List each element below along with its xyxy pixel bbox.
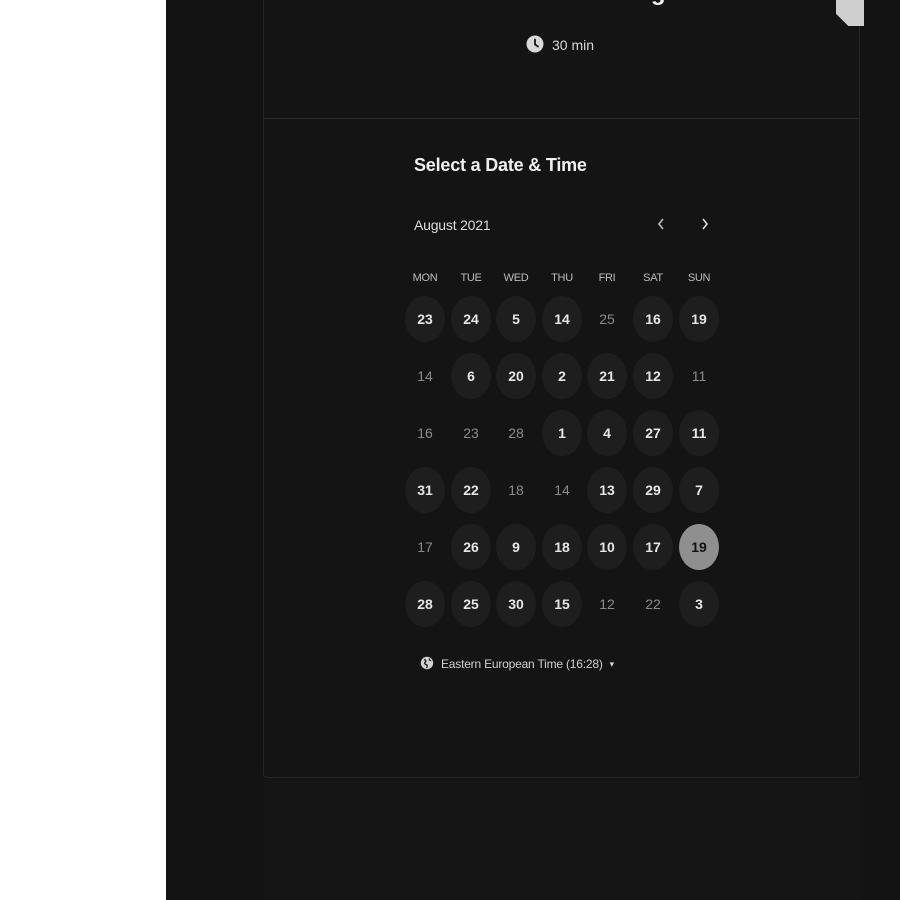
event-title: 30 Minute Meeting [263,0,860,8]
calendar-day[interactable]: 18 [542,524,582,570]
calendar-day[interactable]: 4 [587,410,627,456]
weekday-mon: MON [412,272,438,284]
calendar-day[interactable]: 17 [633,524,673,570]
calendar-day[interactable]: 2 [542,353,582,399]
calendar-day: 11 [691,368,707,384]
timezone-label: Eastern European Time (16:28) [441,657,603,671]
calendar-day[interactable]: 5 [496,296,536,342]
card-shadow-strip [264,779,860,900]
calendar-day[interactable]: 23 [405,296,445,342]
month-label: August 2021 [414,217,491,233]
next-month-button[interactable] [691,212,719,240]
calendar-day[interactable]: 15 [542,581,582,627]
calendar-day[interactable]: 31 [405,467,445,513]
previous-month-button[interactable] [647,212,675,240]
calendar-day[interactable]: 25 [451,581,491,627]
section-title: Select a Date & Time [414,155,587,175]
weekday-tue: TUE [460,272,482,284]
timezone-selector[interactable]: Eastern European Time (16:28) ▾ [420,654,614,674]
caret-down-icon: ▾ [609,658,615,669]
header-divider [264,118,859,119]
calendar-day[interactable]: 9 [496,524,536,570]
calendar-day: 14 [417,368,433,384]
calendar-day: 25 [599,311,615,327]
calendar-day: 22 [645,596,661,612]
calendar-day[interactable]: 30 [496,581,536,627]
calendar-day[interactable]: 12 [633,353,673,399]
calendar-day[interactable]: 16 [633,296,673,342]
calendar-day[interactable]: 13 [587,467,627,513]
calendar-day[interactable]: 11 [679,410,719,456]
weekday-thu: THU [551,272,573,284]
calendar-day: 28 [508,425,524,441]
calendar-day: 16 [417,425,433,441]
event-duration: 30 min [526,34,594,56]
calendar-day: 14 [554,482,570,498]
chevron-right-icon [700,217,710,236]
calendar-day[interactable]: 20 [496,353,536,399]
calendar-day: 18 [508,482,524,498]
calendar-day: 12 [599,596,615,612]
calendar-day-selected[interactable]: 19 [679,524,719,570]
weekday-wed: WED [503,272,529,284]
calendar-day[interactable]: 10 [587,524,627,570]
calendar-day[interactable]: 6 [451,353,491,399]
calendar-day[interactable]: 26 [451,524,491,570]
duration-label: 30 min [552,37,595,53]
clock-icon [526,35,544,56]
calendar-day[interactable]: 22 [451,467,491,513]
calendar-day[interactable]: 1 [542,410,582,456]
calendar-day[interactable]: 7 [679,467,719,513]
chevron-left-icon [656,217,666,236]
calendar-day: 23 [463,425,479,441]
calendar-day[interactable]: 14 [542,296,582,342]
weekday-sat: SAT [643,272,663,284]
calendar-day[interactable]: 19 [679,296,719,342]
calendar-day[interactable]: 27 [633,410,673,456]
calendar-day[interactable]: 28 [405,581,445,627]
calendar-day[interactable]: 24 [451,296,491,342]
calendar-day[interactable]: 29 [633,467,673,513]
calendar-day: 17 [417,539,433,555]
calendar-day[interactable]: 3 [679,581,719,627]
weekday-sun: SUN [687,272,711,284]
globe-icon [420,656,434,673]
weekday-fri: FRI [598,272,616,284]
calendar-day[interactable]: 21 [587,353,627,399]
